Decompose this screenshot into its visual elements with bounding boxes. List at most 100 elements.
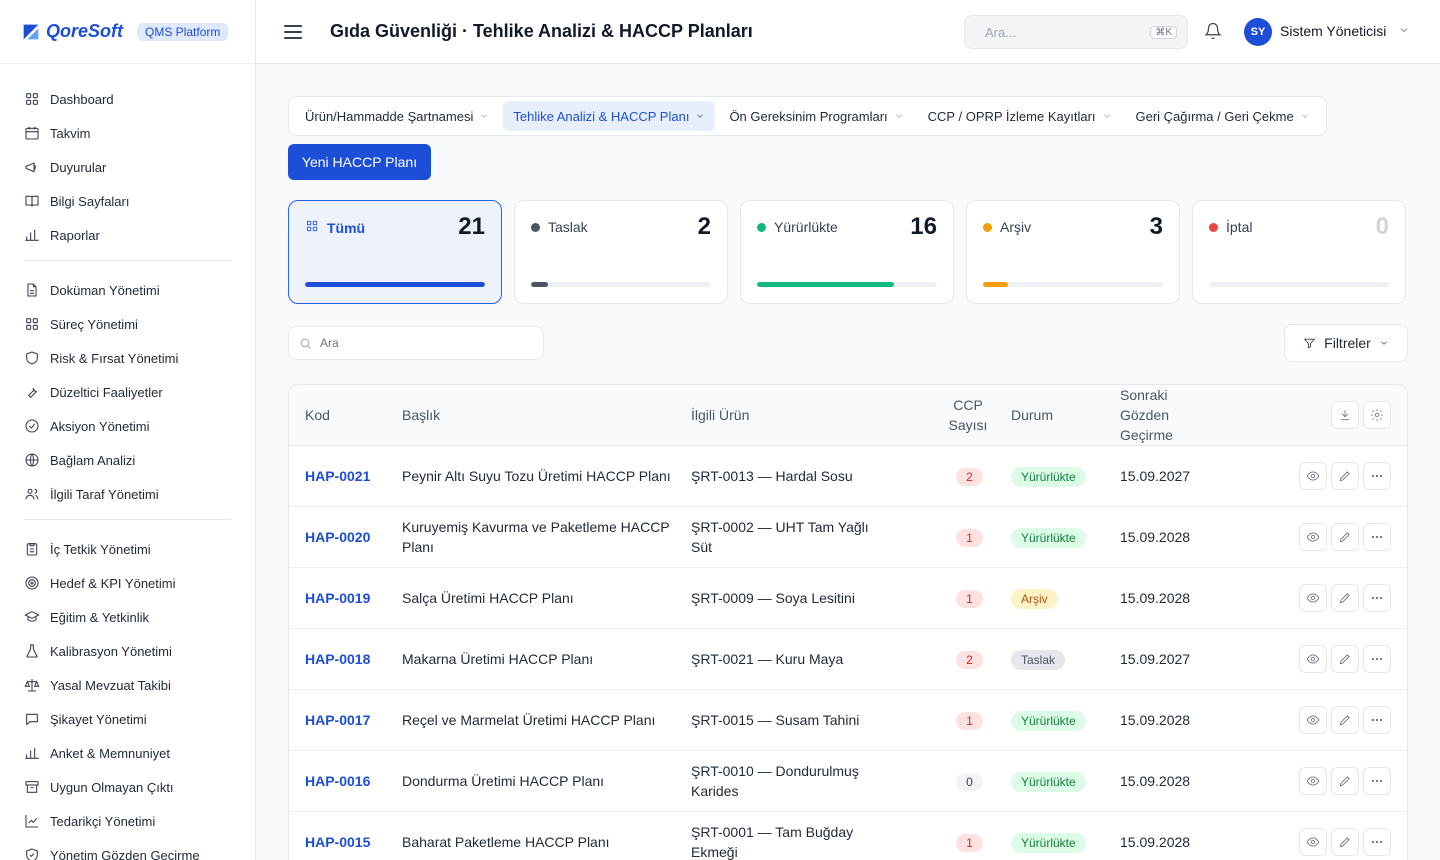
brand: QoreSoft QMS Platform (0, 0, 255, 64)
status-dot (531, 222, 540, 232)
sidebar-item-dashboard[interactable]: Dashboard (24, 82, 231, 116)
sidebar-item-takvim[interactable]: Takvim (24, 116, 231, 150)
sidebar-item-ilgili-taraf-yonetimi[interactable]: İlgili Taraf Yönetimi (24, 477, 231, 511)
sidebar-item-egitim-yetkinlik[interactable]: Eğitim & Yetkinlik (24, 600, 231, 634)
sidebar-item-ic-tetkik-yonetimi[interactable]: İç Tetkik Yönetimi (24, 532, 231, 566)
settings-gear-icon[interactable] (1363, 401, 1391, 429)
sidebar-item-risk-firsat-yonetimi[interactable]: Risk & Fırsat Yönetimi (24, 341, 231, 375)
plan-code-link[interactable]: HAP-0019 (305, 590, 370, 606)
avatar[interactable]: SY (1244, 18, 1272, 46)
sidebar-item-anket-memnuniyet[interactable]: Anket & Memnuniyet (24, 736, 231, 770)
sidebar-item-yasal-mevzuat-takibi[interactable]: Yasal Mevzuat Takibi (24, 668, 231, 702)
status-card-arsiv[interactable]: Arşiv 3 (966, 200, 1180, 304)
sidebar: QoreSoft QMS Platform Dashboard Takvim Duy… (0, 0, 256, 860)
sidebar-item-baglam-analizi[interactable]: Bağlam Analizi (24, 443, 231, 477)
tab-ccp-oprp-izleme-kayitlari[interactable]: CCP / OPRP İzleme Kayıtları (918, 101, 1122, 131)
list-search[interactable] (288, 326, 544, 360)
sidebar-item-bilgi-sayfalari[interactable]: Bilgi Sayfaları (24, 184, 231, 218)
view-eye-icon[interactable] (1299, 584, 1327, 612)
status-card-iptal[interactable]: İptal 0 (1192, 200, 1406, 304)
status-card-tumu[interactable]: Tümü 21 (288, 200, 502, 304)
sidebar-item-uygun-olmayan-cikti[interactable]: Uygun Olmayan Çıktı (24, 770, 231, 804)
more-options-icon[interactable] (1363, 645, 1391, 673)
table-row[interactable]: HAP-0019 Salça Üretimi HACCP Planı ŞRT-000… (289, 567, 1407, 629)
edit-pencil-icon[interactable] (1331, 523, 1359, 551)
edit-pencil-icon[interactable] (1331, 462, 1359, 490)
table-row[interactable]: HAP-0015 Baharat Paketleme HACCP Planı ŞRT… (289, 811, 1407, 860)
col-urun[interactable]: İlgili Ürün (691, 385, 905, 446)
table-row[interactable]: HAP-0020 Kuruyemiş Kavurma ve Paketleme H… (289, 506, 1407, 568)
notification-bell-icon[interactable] (1204, 22, 1224, 42)
more-options-icon[interactable] (1363, 828, 1391, 856)
status-card-taslak[interactable]: Taslak 2 (514, 200, 728, 304)
col-durum[interactable]: Durum (999, 385, 1108, 446)
view-eye-icon[interactable] (1299, 645, 1327, 673)
col-baslik[interactable]: Başlık (402, 385, 691, 446)
table-row[interactable]: HAP-0021 Peynir Altı Suyu Tozu Üretimi HA… (289, 445, 1407, 507)
related-product: ŞRT-0002 — UHT Tam Yağlı Süt (691, 506, 905, 568)
shield-icon (26, 351, 38, 365)
edit-pencil-icon[interactable] (1331, 584, 1359, 612)
more-options-icon[interactable] (1363, 767, 1391, 795)
chevron-down-icon[interactable] (1398, 24, 1412, 38)
plan-title: Baharat Paketleme HACCP Planı (402, 811, 691, 860)
list-search-input[interactable] (320, 336, 520, 350)
sidebar-item-duzeltici-faaliyetler[interactable]: Düzeltici Faaliyetler (24, 375, 231, 409)
sidebar-item-surec-yonetimi[interactable]: Süreç Yönetimi (24, 307, 231, 341)
view-eye-icon[interactable] (1299, 706, 1327, 734)
view-eye-icon[interactable] (1299, 523, 1327, 551)
table-row[interactable]: HAP-0018 Makarna Üretimi HACCP Planı ŞRT-0… (289, 628, 1407, 690)
sidebar-item-aksiyon-yonetimi[interactable]: Aksiyon Yönetimi (24, 409, 231, 443)
plan-code-link[interactable]: HAP-0016 (305, 773, 370, 789)
plan-code-link[interactable]: HAP-0021 (305, 468, 370, 484)
more-options-icon[interactable] (1363, 462, 1391, 490)
menu-toggle-icon[interactable] (284, 24, 302, 39)
status-badge: Yürürlükte (1011, 527, 1086, 548)
col-kod[interactable]: Kod (289, 385, 402, 446)
plan-code-link[interactable]: HAP-0015 (305, 834, 370, 850)
check-circle-icon (25, 419, 39, 433)
more-options-icon[interactable] (1363, 706, 1391, 734)
table-row[interactable]: HAP-0017 Reçel ve Marmelat Üretimi HACCP … (289, 689, 1407, 751)
plan-code-link[interactable]: HAP-0018 (305, 651, 370, 667)
edit-pencil-icon[interactable] (1331, 767, 1359, 795)
table-row[interactable]: HAP-0016 Dondurma Üretimi HACCP Planı ŞRT-… (289, 750, 1407, 812)
status-card-count: 21 (458, 213, 485, 240)
col-ccp[interactable]: CCP Sayısı (905, 385, 999, 446)
col-tarih[interactable]: Sonraki Gözden Geçirme (1108, 385, 1258, 446)
download-icon[interactable] (1331, 401, 1359, 429)
book-icon (25, 195, 39, 207)
sidebar-item-duyurular[interactable]: Duyurular (24, 150, 231, 184)
new-haccp-plan-button[interactable]: Yeni HACCP Planı (288, 144, 431, 180)
filters-button[interactable]: Filtreler (1284, 324, 1408, 362)
sidebar-item-label: Yasal Mevzuat Takibi (50, 677, 171, 693)
view-eye-icon[interactable] (1299, 828, 1327, 856)
status-dot (757, 222, 766, 232)
more-options-icon[interactable] (1363, 523, 1391, 551)
edit-pencil-icon[interactable] (1331, 706, 1359, 734)
edit-pencil-icon[interactable] (1331, 828, 1359, 856)
user-name[interactable]: Sistem Yöneticisi (1280, 23, 1386, 39)
status-dot (983, 222, 992, 232)
sidebar-item-sikayet-yonetimi[interactable]: Şikayet Yönetimi (24, 702, 231, 736)
more-options-icon[interactable] (1363, 584, 1391, 612)
brand-logo[interactable]: QoreSoft (20, 21, 123, 43)
sidebar-item-hedef-kpi-yonetimi[interactable]: Hedef & KPI Yönetimi (24, 566, 231, 600)
tab-geri-cagirma-geri-cekme[interactable]: Geri Çağırma / Geri Çekme (1126, 101, 1320, 131)
sidebar-item-raporlar[interactable]: Raporlar (24, 218, 231, 252)
view-eye-icon[interactable] (1299, 767, 1327, 795)
sidebar-item-kalibrasyon-yonetimi[interactable]: Kalibrasyon Yönetimi (24, 634, 231, 668)
plan-code-link[interactable]: HAP-0017 (305, 712, 370, 728)
view-eye-icon[interactable] (1299, 462, 1327, 490)
tab-urun-hammadde-sartnamesi[interactable]: Ürün/Hammadde Şartnamesi (295, 101, 499, 131)
sidebar-item-tedarikci-yonetimi[interactable]: Tedarikçi Yönetimi (24, 804, 231, 838)
tab-tehlike-analizi-haccp-plani[interactable]: Tehlike Analizi & HACCP Planı (503, 101, 716, 131)
edit-pencil-icon[interactable] (1331, 645, 1359, 673)
sidebar-item-dokuman-yonetimi[interactable]: Doküman Yönetimi (24, 273, 231, 307)
status-card-yururlukte[interactable]: Yürürlükte 16 (740, 200, 954, 304)
shield-check-icon (26, 848, 38, 860)
tab-on-gereksinim-programlari[interactable]: Ön Gereksinim Programları (719, 101, 913, 131)
plan-code-link[interactable]: HAP-0020 (305, 529, 370, 545)
global-search-input[interactable]: Ara... ⌘K (964, 15, 1188, 49)
sidebar-item-yonetim-gozden-gecirme[interactable]: Yönetim Gözden Geçirme (24, 838, 231, 860)
